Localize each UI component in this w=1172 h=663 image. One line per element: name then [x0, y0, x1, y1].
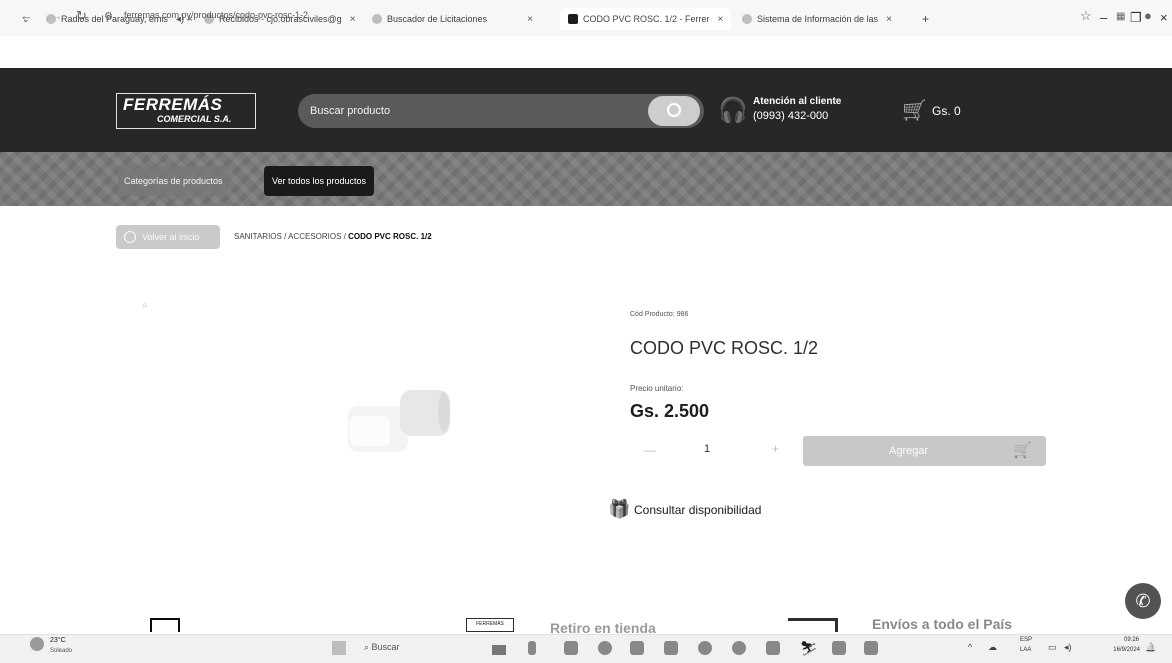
- check-availability-link[interactable]: Consultar disponibilidad: [634, 503, 761, 517]
- product-price: Gs. 2.500: [630, 401, 710, 421]
- start-icon[interactable]: [332, 641, 346, 655]
- chrome-icon[interactable]: [732, 641, 746, 655]
- tray-chevron-icon[interactable]: ^: [968, 642, 972, 652]
- address-bar: [0, 36, 1172, 68]
- site-icon: [568, 14, 578, 24]
- product-code: Cód Producto: 986: [630, 311, 689, 318]
- cloud-icon[interactable]: ☁: [988, 642, 997, 653]
- language-indicator[interactable]: ESP: [1020, 637, 1032, 643]
- reload-icon[interactable]: ↻: [76, 8, 87, 24]
- search-bar[interactable]: Buscar producto: [298, 94, 704, 128]
- app-icon[interactable]: [528, 641, 536, 655]
- quantity-increase-button[interactable]: +: [772, 442, 779, 456]
- search-icon: [667, 103, 681, 117]
- new-tab-button[interactable]: +: [922, 8, 929, 30]
- clock-time[interactable]: 09:26: [1105, 637, 1139, 643]
- close-icon[interactable]: ×: [886, 14, 892, 25]
- tab-licitaciones[interactable]: Buscador de Licitaciones ×: [372, 8, 533, 30]
- store-sign-icon: FERREMÁS: [466, 618, 514, 632]
- app-icon[interactable]: [864, 641, 878, 655]
- close-icon[interactable]: ×: [350, 14, 356, 25]
- back-home-button[interactable]: Volver al inicio: [116, 225, 220, 249]
- display-icon[interactable]: ▭: [1048, 642, 1057, 653]
- taskbar-search[interactable]: ⌕ Buscar: [364, 642, 400, 653]
- tab-sistema[interactable]: Sistema de Información de las ×: [742, 8, 892, 30]
- cart-total[interactable]: Gs. 0: [932, 104, 961, 118]
- product-title: CODO PVC ROSC. 1/2: [630, 338, 819, 358]
- site-settings-icon[interactable]: ⚙: [104, 11, 113, 22]
- breadcrumb-current: CODO PVC ROSC. 1/2: [348, 232, 432, 241]
- url-field[interactable]: ferremas.com.py/productos/codo-pvc-rosc-…: [124, 10, 308, 20]
- zoom-icon[interactable]: ⌕: [142, 300, 148, 311]
- all-products-button[interactable]: Ver todos los productos: [264, 166, 375, 196]
- back-arrow-icon[interactable]: ←: [20, 8, 33, 23]
- breadcrumb-path[interactable]: SANITARIOS / ACCESORIOS /: [234, 232, 346, 241]
- product-image: [348, 390, 450, 452]
- cart-icon: 🛒: [1013, 442, 1032, 459]
- headset-icon: 🎧: [718, 97, 748, 124]
- site-logo[interactable]: FERREMÁS COMERCIAL S.A.: [116, 93, 256, 129]
- tab-active-product[interactable]: CODO PVC ROSC. 1/2 - Ferrer ×: [560, 8, 732, 30]
- close-window-icon[interactable]: ×: [1160, 10, 1168, 25]
- cart-icon[interactable]: 🛒: [902, 98, 927, 123]
- close-icon[interactable]: ×: [718, 14, 724, 25]
- whatsapp-icon[interactable]: ✆: [1125, 583, 1161, 619]
- quantity-stepper[interactable]: 1: [704, 443, 710, 455]
- breadcrumb: SANITARIOS / ACCESORIOS / CODO PVC ROSC.…: [234, 232, 432, 241]
- price-label: Precio unitario:: [630, 384, 684, 393]
- quantity-decrease-button[interactable]: —: [644, 443, 656, 457]
- app-icon[interactable]: [492, 641, 506, 655]
- notification-icon[interactable]: 🔔: [1145, 642, 1156, 653]
- extensions-icon[interactable]: ▦: [1116, 11, 1125, 22]
- paint-icon[interactable]: [832, 641, 846, 655]
- clock-date[interactable]: 16/9/2024: [1098, 647, 1140, 653]
- app-icon[interactable]: ⛷: [800, 641, 818, 655]
- nationwide-shipping-title: Envíos a todo el País: [872, 616, 1013, 632]
- shop-icon: [150, 618, 180, 632]
- file-explorer-icon[interactable]: [564, 641, 578, 655]
- profile-avatar-icon[interactable]: ●: [1144, 8, 1152, 23]
- bookmark-star-icon[interactable]: ☆: [1080, 8, 1092, 24]
- search-button[interactable]: [648, 96, 700, 126]
- truck-icon: [788, 618, 838, 632]
- weather-icon[interactable]: [30, 637, 44, 651]
- minimize-icon[interactable]: –: [1100, 10, 1107, 25]
- search-input[interactable]: Buscar producto: [310, 105, 390, 117]
- browser-icon[interactable]: [598, 641, 612, 655]
- screen: ⌄ Radios del Paraguay, emis ◂) × Recibido…: [0, 0, 1172, 663]
- search-icon: ⌕: [364, 642, 372, 652]
- gift-box-icon: 🎁: [608, 499, 631, 519]
- app-icon[interactable]: [664, 641, 678, 655]
- customer-service-phone[interactable]: (0993) 432-000: [753, 110, 828, 122]
- weather-description: Soleado: [50, 648, 73, 654]
- app-icon[interactable]: [698, 641, 712, 655]
- weather-temperature[interactable]: 23°C: [50, 637, 66, 644]
- globe-icon: [742, 14, 752, 24]
- customer-service-title: Atención al cliente: [753, 96, 842, 107]
- globe-icon: [372, 14, 382, 24]
- categories-menu-button[interactable]: Categorías de productos: [118, 166, 229, 196]
- maximize-icon[interactable]: ❐: [1130, 10, 1142, 26]
- store-icon[interactable]: [630, 641, 644, 655]
- keyboard-layout[interactable]: LAA: [1020, 647, 1031, 653]
- photos-icon[interactable]: [766, 641, 780, 655]
- close-icon[interactable]: ×: [527, 14, 533, 25]
- volume-icon[interactable]: ◂): [1064, 642, 1072, 653]
- add-to-cart-button[interactable]: Agregar 🛒: [803, 436, 1046, 466]
- forward-arrow-icon[interactable]: →: [50, 8, 63, 23]
- back-circle-icon: [124, 231, 136, 243]
